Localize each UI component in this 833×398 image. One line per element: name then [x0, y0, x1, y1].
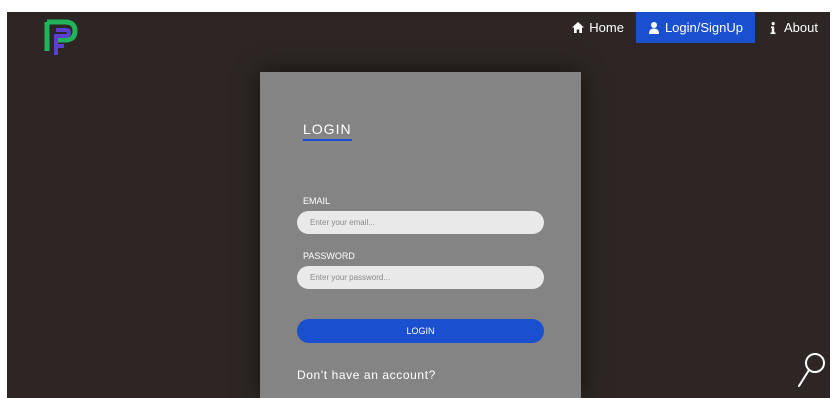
nav-home[interactable]: Home: [560, 12, 636, 43]
email-label: EMAIL: [303, 196, 331, 206]
nav-about-label: About: [784, 20, 818, 35]
login-title: LOGIN: [303, 121, 352, 137]
password-input[interactable]: [297, 266, 544, 289]
top-navbar: Home Login/SignUp About: [560, 12, 830, 43]
magnifier-icon: [798, 353, 825, 387]
title-underline: [303, 139, 352, 141]
brand-logo-icon[interactable]: [44, 19, 78, 57]
login-button[interactable]: LOGIN: [297, 319, 544, 343]
info-icon: [767, 21, 779, 34]
user-icon: [648, 21, 660, 34]
nav-login-signup[interactable]: Login/SignUp: [635, 12, 756, 43]
signup-prompt-link[interactable]: Don't have an account?: [297, 368, 436, 382]
nav-login-signup-label: Login/SignUp: [664, 20, 744, 35]
password-label: PASSWORD: [303, 251, 355, 261]
login-card: LOGIN EMAIL PASSWORD LOGIN Don't have an…: [260, 72, 581, 398]
home-icon: [572, 22, 585, 34]
nav-home-label: Home: [589, 20, 624, 35]
app-window: Home Login/SignUp About LOGIN EMAIL PASS…: [7, 12, 830, 398]
nav-about[interactable]: About: [755, 12, 830, 43]
email-input[interactable]: [297, 211, 544, 234]
